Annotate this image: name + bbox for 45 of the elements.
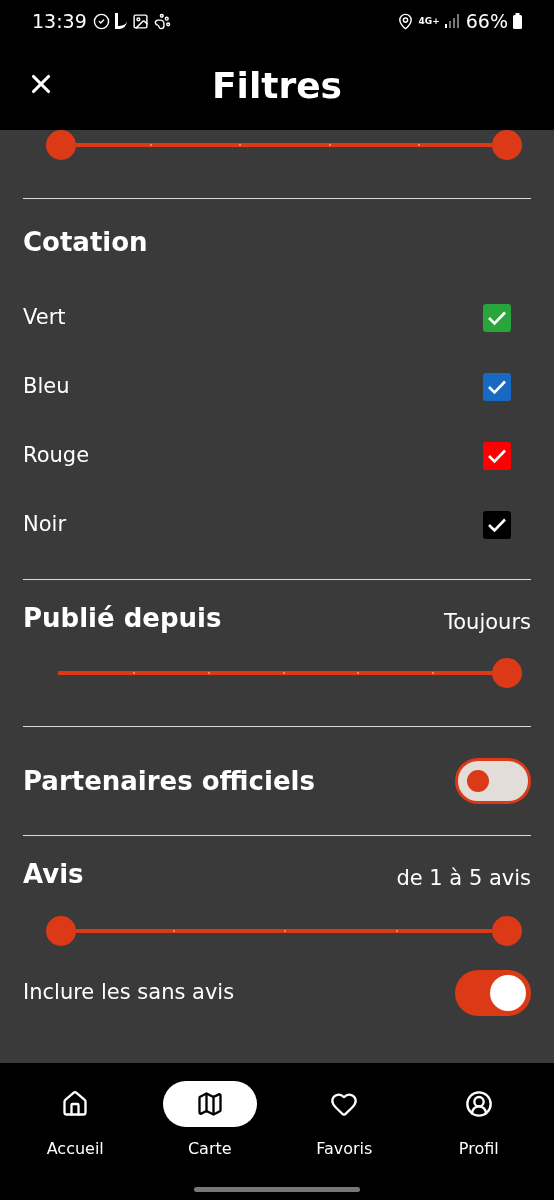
checkbox[interactable]: [483, 510, 511, 539]
check-icon: [487, 447, 507, 464]
slider-thumb[interactable]: [492, 916, 522, 946]
slider-thumb[interactable]: [46, 916, 76, 946]
location-icon: [396, 12, 414, 30]
user-icon: [464, 1090, 493, 1118]
signal-icon: [444, 14, 461, 28]
section-title: Avis: [23, 858, 84, 891]
network-type: 4G+: [418, 16, 440, 26]
check-icon: [487, 378, 507, 395]
section-value: de 1 à 5 avis: [396, 864, 531, 892]
section-title: Publié depuis: [23, 602, 222, 635]
slider-thumb[interactable]: [492, 658, 522, 688]
checkbox-label: Noir: [23, 510, 67, 538]
image-icon: [131, 12, 149, 30]
checkbox-label: Vert: [23, 303, 66, 331]
status-time: 13:39: [32, 8, 87, 34]
nav-label[interactable]: Carte: [187, 1137, 232, 1161]
slider-thumb[interactable]: [46, 130, 76, 160]
section-value: Toujours: [444, 608, 531, 636]
check-icon: [487, 516, 507, 533]
slider-thumb[interactable]: [492, 130, 522, 160]
checkbox[interactable]: [483, 441, 511, 470]
nav-label[interactable]: Accueil: [46, 1137, 104, 1161]
battery-level: 66%: [465, 8, 508, 34]
toggle-label: Inclure les sans avis: [23, 979, 235, 1007]
checkbox-label: Bleu: [23, 372, 70, 400]
house-icon: [61, 1090, 90, 1118]
battery-icon: [513, 13, 522, 29]
toggle-switch[interactable]: [455, 758, 531, 804]
heart-icon: [330, 1090, 359, 1118]
paw-icon: [153, 12, 171, 30]
section-title: Partenaires officiels: [23, 764, 315, 798]
map-icon: [195, 1090, 224, 1118]
check-icon: [487, 309, 507, 326]
page-title: Filtres: [211, 64, 343, 108]
section-title: Cotation: [23, 226, 149, 259]
nav-label[interactable]: Favoris: [316, 1137, 373, 1161]
checkbox-label: Rouge: [23, 441, 90, 469]
toggle-switch[interactable]: [455, 970, 531, 1016]
checkbox[interactable]: [483, 372, 511, 401]
checkbox[interactable]: [483, 303, 511, 332]
check-circle-icon: [92, 12, 110, 30]
nav-label[interactable]: Profil: [458, 1137, 499, 1161]
nav-tab-highlight[interactable]: [162, 1081, 257, 1127]
